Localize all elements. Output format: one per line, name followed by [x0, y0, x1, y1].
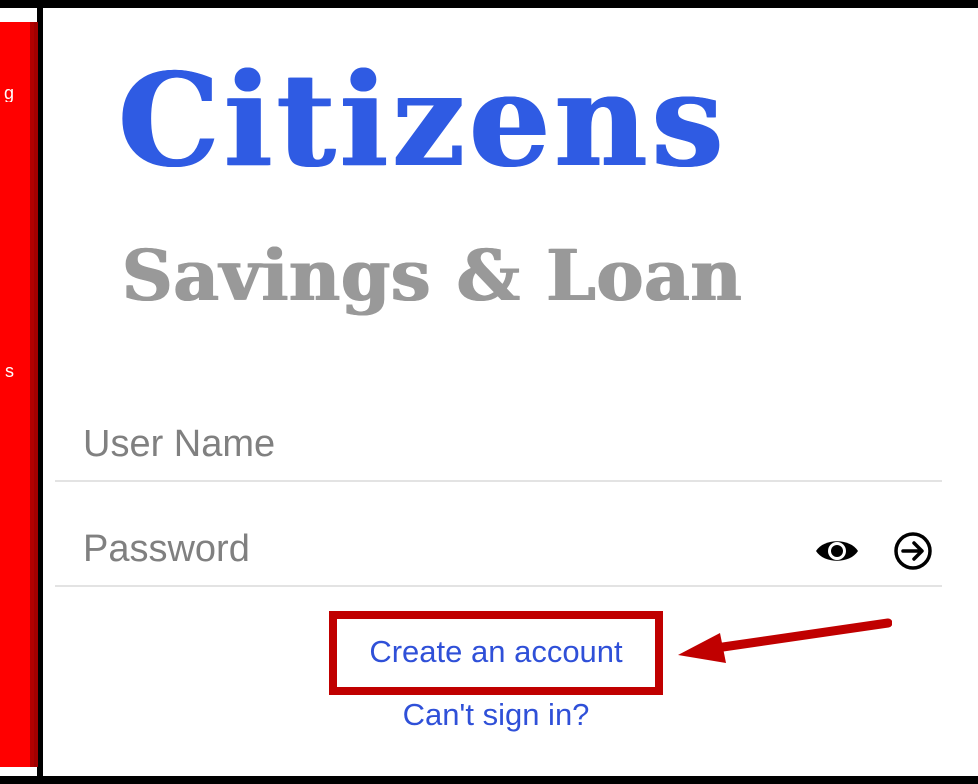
annotation-sidebar: g s — [0, 22, 34, 767]
sidebar-glyph-top: g — [3, 84, 14, 102]
username-input[interactable] — [83, 418, 783, 470]
sidebar-glyph-mid: s — [5, 362, 14, 380]
callout-arrow-icon — [678, 618, 892, 663]
arrow-right-circle-icon[interactable] — [893, 531, 933, 571]
logo-subtitle: Savings & Loan — [122, 234, 743, 317]
username-field — [55, 404, 942, 482]
eye-icon[interactable] — [814, 536, 860, 566]
password-field — [55, 509, 942, 587]
annotation-sidebar-shadow — [34, 22, 38, 767]
logo-title: Citizens — [118, 46, 728, 196]
cant-sign-in-link[interactable]: Can't sign in? — [337, 693, 655, 737]
create-account-link[interactable]: Create an account — [337, 630, 655, 674]
password-input[interactable] — [83, 523, 783, 575]
